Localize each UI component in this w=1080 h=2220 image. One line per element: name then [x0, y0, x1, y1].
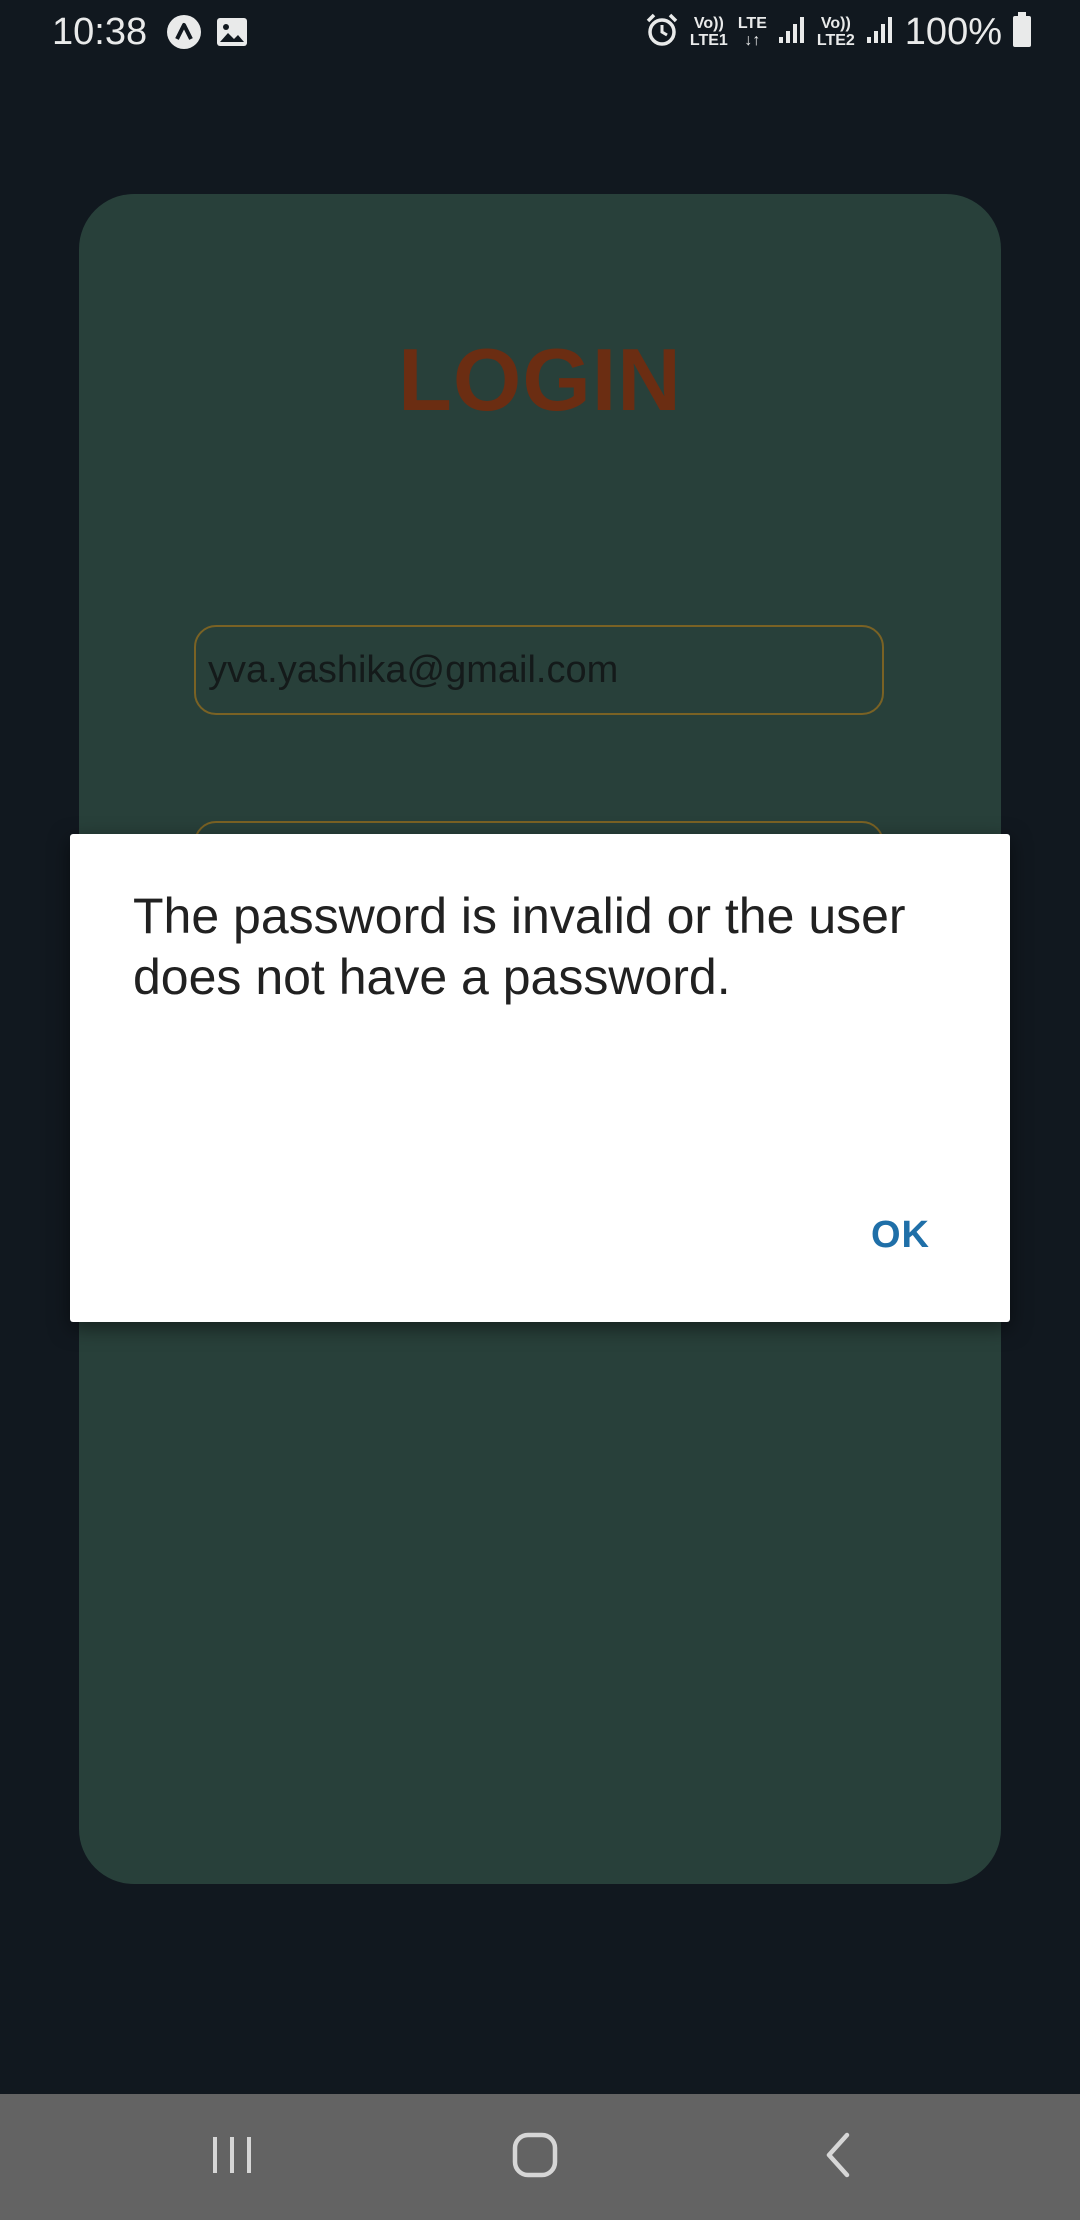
back-icon	[823, 2132, 853, 2183]
home-button[interactable]	[475, 2094, 595, 2220]
data-arrows-icon: ↓↑	[744, 32, 761, 49]
alarm-icon	[644, 12, 680, 53]
status-time: 10:38	[52, 11, 148, 53]
lte-label: LTE	[737, 15, 767, 32]
status-bar: 10:38 Vo)) LTE1 LTE ↓↑ Vo)) LTE2 100%	[0, 0, 1080, 66]
app-notification-icon	[166, 14, 202, 55]
back-button[interactable]	[778, 2094, 898, 2220]
status-left-icons	[166, 14, 248, 55]
status-right-icons: Vo)) LTE1 LTE ↓↑ Vo)) LTE2 100%	[644, 8, 1032, 56]
sim1-indicator: Vo)) LTE1	[690, 15, 728, 49]
battery-icon	[1012, 11, 1032, 53]
error-dialog: The password is invalid or the user does…	[70, 834, 1010, 1322]
signal-icon	[865, 15, 895, 50]
image-icon	[216, 16, 248, 53]
data-indicator: LTE ↓↑	[738, 15, 767, 49]
signal-icon	[777, 15, 807, 50]
sim2-lte-label: LTE2	[816, 32, 855, 49]
home-icon	[512, 2132, 558, 2183]
recent-apps-button[interactable]	[172, 2094, 292, 2220]
ok-button[interactable]: OK	[871, 1214, 930, 1257]
login-title: LOGIN	[398, 330, 682, 429]
sim1-lte-label: LTE1	[689, 32, 728, 49]
email-field[interactable]: yva.yashika@gmail.com	[194, 625, 884, 715]
sim2-volte-label: Vo))	[820, 15, 851, 32]
sim1-volte-label: Vo))	[693, 15, 724, 32]
recent-apps-icon	[210, 2135, 254, 2180]
sim2-indicator: Vo)) LTE2	[817, 15, 855, 49]
battery-percentage: 100%	[904, 11, 1002, 53]
dialog-message: The password is invalid or the user does…	[133, 888, 906, 1005]
navigation-bar	[0, 2094, 1080, 2220]
